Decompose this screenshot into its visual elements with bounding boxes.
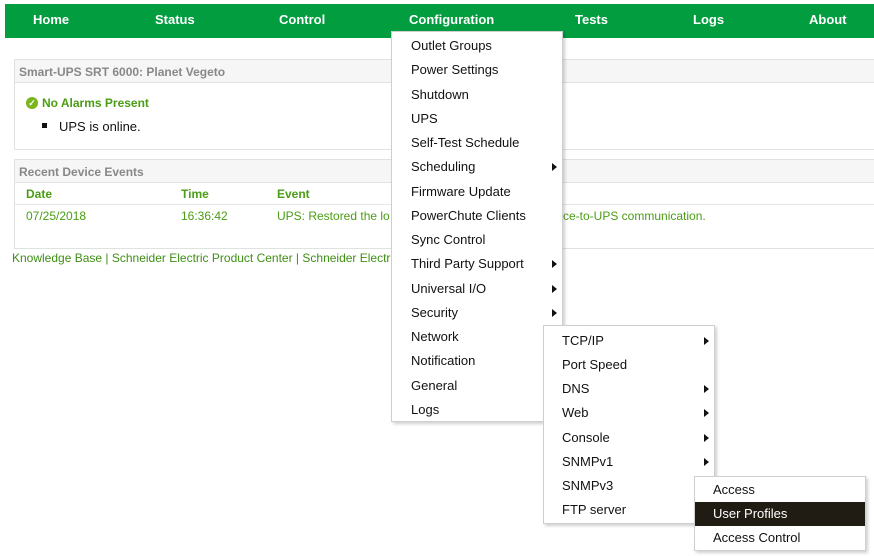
submenu-arrow-icon bbox=[704, 458, 709, 466]
submenu-arrow-icon bbox=[704, 409, 709, 417]
menu-item-self-test-schedule[interactable]: Self-Test Schedule bbox=[392, 131, 562, 155]
nav-home[interactable]: Home bbox=[33, 4, 69, 38]
configuration-menu: Outlet Groups Power Settings Shutdown UP… bbox=[391, 31, 563, 422]
checkmark-icon: ✓ bbox=[26, 97, 38, 109]
menu-item-firmware-update[interactable]: Firmware Update bbox=[392, 180, 562, 204]
submenu-arrow-icon bbox=[704, 385, 709, 393]
menu-item-logs[interactable]: Logs bbox=[392, 398, 562, 422]
menu-item-powerchute-clients[interactable]: PowerChute Clients bbox=[392, 204, 562, 228]
event-description: UPS: Restored the lo bbox=[277, 209, 390, 223]
menu-item-third-party-support[interactable]: Third Party Support bbox=[392, 252, 562, 276]
submenu-item-ftp-server[interactable]: FTP server bbox=[544, 498, 714, 522]
submenu-arrow-icon bbox=[552, 309, 557, 317]
submenu-item-snmpv3[interactable]: SNMPv3 bbox=[544, 474, 714, 498]
ups-status: UPS is online. bbox=[42, 119, 141, 134]
menu-item-universal-io[interactable]: Universal I/O bbox=[392, 277, 562, 301]
footer-links[interactable]: Knowledge Base | Schneider Electric Prod… bbox=[12, 251, 390, 265]
col-header-date: Date bbox=[26, 187, 53, 201]
submenu-arrow-icon bbox=[552, 163, 557, 171]
submenu-item-tcp-ip[interactable]: TCP/IP bbox=[544, 329, 714, 353]
bullet-icon bbox=[42, 123, 47, 128]
nav-tests[interactable]: Tests bbox=[575, 4, 608, 38]
alarm-status: ✓ No Alarms Present bbox=[26, 96, 149, 114]
menu-item-outlet-groups[interactable]: Outlet Groups bbox=[392, 34, 562, 58]
menu-item-network[interactable]: Network bbox=[392, 325, 562, 349]
menu-item-security[interactable]: Security bbox=[392, 301, 562, 325]
submenu-arrow-icon bbox=[704, 434, 709, 442]
nav-control[interactable]: Control bbox=[279, 4, 325, 38]
alarm-text: No Alarms Present bbox=[42, 96, 149, 110]
menu-item-general[interactable]: General bbox=[392, 374, 562, 398]
event-time: 16:36:42 bbox=[181, 209, 228, 223]
menu-item-shutdown[interactable]: Shutdown bbox=[392, 83, 562, 107]
submenu-item-access-control[interactable]: Access Control bbox=[695, 526, 865, 550]
event-description-tail: ce-to-UPS communication. bbox=[563, 209, 706, 223]
submenu-item-access[interactable]: Access bbox=[695, 478, 865, 502]
ups-status-text: UPS is online. bbox=[59, 119, 141, 134]
nav-about[interactable]: About bbox=[809, 4, 847, 38]
submenu-arrow-icon bbox=[704, 337, 709, 345]
nav-logs[interactable]: Logs bbox=[693, 4, 724, 38]
submenu-item-user-profiles[interactable]: User Profiles bbox=[695, 502, 865, 526]
menu-item-ups[interactable]: UPS bbox=[392, 107, 562, 131]
col-header-event: Event bbox=[277, 187, 310, 201]
network-submenu: TCP/IP Port Speed DNS Web Console SNMPv1… bbox=[543, 325, 715, 524]
menu-item-notification[interactable]: Notification bbox=[392, 349, 562, 373]
submenu-arrow-icon bbox=[552, 260, 557, 268]
submenu-arrow-icon bbox=[552, 285, 557, 293]
snmpv1-submenu: Access User Profiles Access Control bbox=[694, 476, 866, 551]
menu-item-scheduling[interactable]: Scheduling bbox=[392, 155, 562, 179]
submenu-item-port-speed[interactable]: Port Speed bbox=[544, 353, 714, 377]
event-date: 07/25/2018 bbox=[26, 209, 87, 223]
col-header-time: Time bbox=[181, 187, 209, 201]
submenu-item-web[interactable]: Web bbox=[544, 401, 714, 425]
submenu-item-dns[interactable]: DNS bbox=[544, 377, 714, 401]
nav-status[interactable]: Status bbox=[155, 4, 195, 38]
submenu-item-snmpv1[interactable]: SNMPv1 bbox=[544, 450, 714, 474]
submenu-item-console[interactable]: Console bbox=[544, 426, 714, 450]
menu-item-power-settings[interactable]: Power Settings bbox=[392, 58, 562, 82]
menu-item-sync-control[interactable]: Sync Control bbox=[392, 228, 562, 252]
